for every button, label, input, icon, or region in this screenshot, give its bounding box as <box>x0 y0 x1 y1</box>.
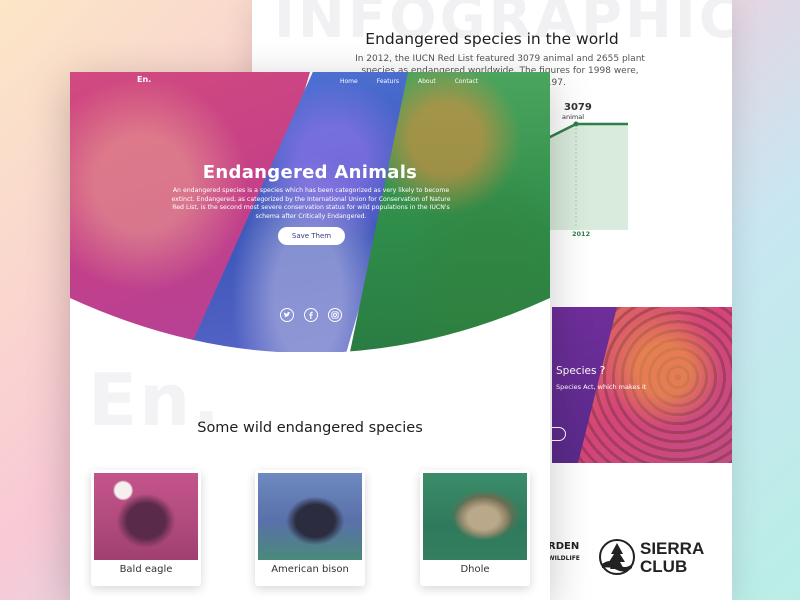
nav-features[interactable]: Featurs <box>377 78 399 85</box>
hero-description: An endangered species is a species which… <box>171 187 451 220</box>
sierra-logo-line1: SIERRA <box>640 539 705 558</box>
promo-title: Species ? <box>556 365 606 377</box>
nav-contact[interactable]: Contact <box>455 78 478 85</box>
promo-subtitle: Species Act, which makes it <box>556 383 647 391</box>
facebook-icon <box>309 311 313 319</box>
nav-home[interactable]: Home <box>340 78 358 85</box>
american-bison-image <box>258 473 362 560</box>
species-chart: 3079 animal 2012 <box>548 100 732 250</box>
nav-about[interactable]: About <box>418 78 436 85</box>
species-card-label: Dhole <box>460 564 490 575</box>
partner-logos: RDEN WILDLIFE SIERRA CLUB <box>548 536 728 586</box>
chart-value-sublabel: animal <box>562 113 585 121</box>
twitter-button[interactable] <box>280 308 294 322</box>
save-them-button[interactable]: Save Them <box>278 227 345 245</box>
species-card-american-bison[interactable]: American bison <box>255 470 365 586</box>
main-nav: Home Featurs About Contact <box>340 78 497 85</box>
species-card-label: American bison <box>271 564 349 575</box>
nwf-logo-text: RDEN <box>548 541 580 552</box>
chart-value-label: 3079 <box>564 102 592 113</box>
species-card-bald-eagle[interactable]: Bald eagle <box>91 470 201 586</box>
species-card-label: Bald eagle <box>119 564 173 575</box>
chart-area <box>548 124 628 230</box>
species-chart-graphic <box>548 121 628 230</box>
dhole-image <box>423 473 527 560</box>
leopard-promo-image: Species ? Species Act, which makes it <box>552 307 732 463</box>
chart-point <box>573 121 579 127</box>
sierra-club-logo-text: SIERRA CLUB <box>640 540 704 576</box>
chart-year-label: 2012 <box>572 230 591 238</box>
species-section-title: Some wild endangered species <box>197 420 423 436</box>
nwf-logo-subtext: WILDLIFE <box>548 555 580 562</box>
promo-button[interactable] <box>552 427 566 441</box>
bald-eagle-image <box>94 473 198 560</box>
hero-title: Endangered Animals <box>202 162 418 183</box>
facebook-button[interactable] <box>304 308 318 322</box>
twitter-icon <box>283 311 291 317</box>
site-logo[interactable]: En. <box>137 75 151 84</box>
hero-section: En. Home Featurs About Contact Endangere… <box>70 72 550 352</box>
infographics-title: Endangered species in the world <box>365 30 619 48</box>
instagram-icon <box>331 311 339 319</box>
instagram-button[interactable] <box>328 308 342 322</box>
species-card-dhole[interactable]: Dhole <box>420 470 530 586</box>
sierra-club-icon <box>599 539 635 575</box>
sierra-logo-line2: CLUB <box>640 557 688 576</box>
endangered-animals-page: En. Home Featurs About Contact Endangere… <box>70 72 550 600</box>
